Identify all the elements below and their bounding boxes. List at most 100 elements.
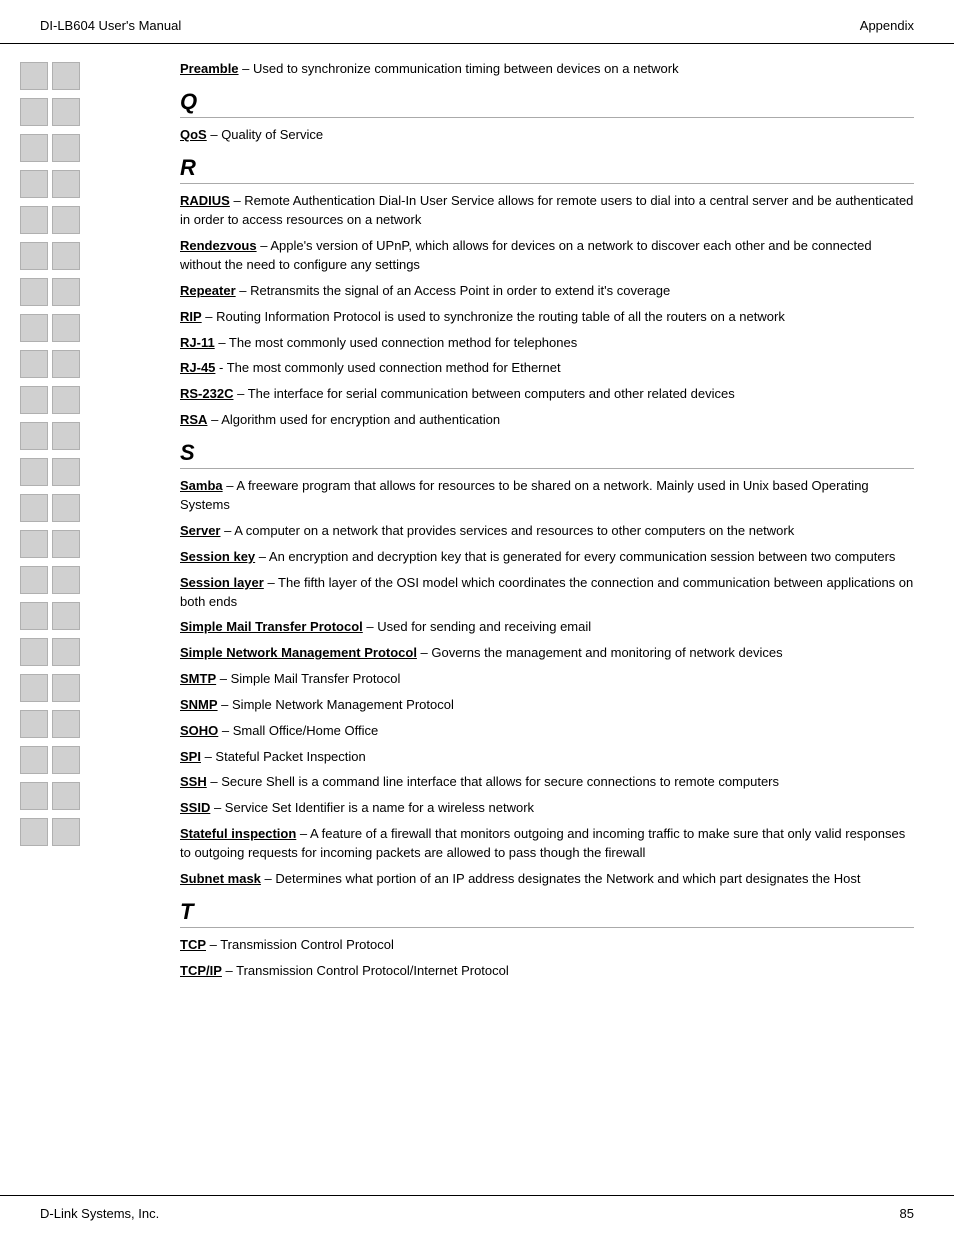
sidebar-square <box>20 386 48 414</box>
section-letter: Q <box>180 89 197 114</box>
sidebar-block <box>20 602 170 630</box>
sidebar-square <box>20 494 48 522</box>
entry-term: Repeater <box>180 283 236 298</box>
page-footer: D-Link Systems, Inc. 85 <box>0 1195 954 1235</box>
entry-term: SNMP <box>180 697 218 712</box>
sidebar-square <box>52 242 80 270</box>
sidebar-block <box>20 710 170 738</box>
glossary-entry: Repeater – Retransmits the signal of an … <box>180 282 914 301</box>
entry-definition: – Simple Mail Transfer Protocol <box>216 671 400 686</box>
sidebar-square <box>52 314 80 342</box>
sidebar-square <box>20 206 48 234</box>
glossary-entry: Server – A computer on a network that pr… <box>180 522 914 541</box>
entry-term: TCP <box>180 937 206 952</box>
glossary-entry: RS-232C – The interface for serial commu… <box>180 385 914 404</box>
entry-term: SSH <box>180 774 207 789</box>
sidebar-square <box>52 782 80 810</box>
sidebar-block <box>20 242 170 270</box>
sidebar-block <box>20 62 170 90</box>
entry-term: Preamble <box>180 61 239 76</box>
section-header-s: S <box>180 440 914 469</box>
entry-definition: – Used for sending and receiving email <box>363 619 591 634</box>
glossary-entry: RJ-11 – The most commonly used connectio… <box>180 334 914 353</box>
sidebar-square <box>20 746 48 774</box>
sidebar-square <box>52 602 80 630</box>
glossary-entry: Simple Mail Transfer Protocol – Used for… <box>180 618 914 637</box>
glossary-entry: Samba – A freeware program that allows f… <box>180 477 914 515</box>
sidebar-square <box>20 422 48 450</box>
sidebar-square <box>20 98 48 126</box>
sidebar-square <box>20 818 48 846</box>
sidebar-square <box>52 710 80 738</box>
entry-definition: – Retransmits the signal of an Access Po… <box>236 283 671 298</box>
entry-term: Server <box>180 523 220 538</box>
section-header-q: Q <box>180 89 914 118</box>
page-header: DI-LB604 User's Manual Appendix <box>0 0 954 44</box>
glossary-entry: TCP/IP – Transmission Control Protocol/I… <box>180 962 914 981</box>
sidebar-square <box>20 638 48 666</box>
glossary-entry: Session layer – The fifth layer of the O… <box>180 574 914 612</box>
sidebar-block <box>20 386 170 414</box>
sidebar <box>0 54 170 988</box>
entry-definition: – The fifth layer of the OSI model which… <box>180 575 913 609</box>
sidebar-block <box>20 746 170 774</box>
sidebar-block <box>20 170 170 198</box>
entry-definition: – Secure Shell is a command line interfa… <box>207 774 779 789</box>
sidebar-square <box>20 710 48 738</box>
sidebar-square <box>20 530 48 558</box>
glossary-entry: SPI – Stateful Packet Inspection <box>180 748 914 767</box>
sidebar-block <box>20 818 170 846</box>
entry-definition: – Determines what portion of an IP addre… <box>261 871 861 886</box>
glossary-entry: SOHO – Small Office/Home Office <box>180 722 914 741</box>
header-title-left: DI-LB604 User's Manual <box>40 18 181 33</box>
glossary-entry: Simple Network Management Protocol – Gov… <box>180 644 914 663</box>
entry-term: RJ-11 <box>180 335 215 350</box>
entry-term: SOHO <box>180 723 218 738</box>
entry-term: Session layer <box>180 575 264 590</box>
entry-term: Rendezvous <box>180 238 257 253</box>
entry-term: RJ-45 <box>180 360 215 375</box>
sidebar-square <box>52 206 80 234</box>
entry-term: SMTP <box>180 671 216 686</box>
glossary-entry: SNMP – Simple Network Management Protoco… <box>180 696 914 715</box>
glossary-entry: RADIUS – Remote Authentication Dial-In U… <box>180 192 914 230</box>
entry-term: RS-232C <box>180 386 233 401</box>
entry-definition: – The most commonly used connection meth… <box>215 335 578 350</box>
entry-term: Simple Network Management Protocol <box>180 645 417 660</box>
sidebar-square <box>20 566 48 594</box>
sidebar-square <box>52 674 80 702</box>
sidebar-block <box>20 494 170 522</box>
entry-term: RSA <box>180 412 207 427</box>
glossary-entry: RJ-45 - The most commonly used connectio… <box>180 359 914 378</box>
sidebar-square <box>52 98 80 126</box>
entry-term: SSID <box>180 800 210 815</box>
glossary-entry: Preamble – Used to synchronize communica… <box>180 60 914 79</box>
sidebar-square <box>20 314 48 342</box>
sidebar-square <box>20 602 48 630</box>
sidebar-square <box>52 638 80 666</box>
sidebar-square <box>52 62 80 90</box>
entry-term: TCP/IP <box>180 963 222 978</box>
glossary-entry: RSA – Algorithm used for encryption and … <box>180 411 914 430</box>
glossary-entry: RIP – Routing Information Protocol is us… <box>180 308 914 327</box>
sidebar-square <box>52 818 80 846</box>
header-title-right: Appendix <box>860 18 914 33</box>
entry-term: RADIUS <box>180 193 230 208</box>
entry-term: Session key <box>180 549 255 564</box>
section-letter: T <box>180 899 193 924</box>
sidebar-block <box>20 782 170 810</box>
sidebar-square <box>20 242 48 270</box>
entry-definition: – Small Office/Home Office <box>218 723 378 738</box>
entry-definition: – A freeware program that allows for res… <box>180 478 869 512</box>
entry-term: SPI <box>180 749 201 764</box>
entry-definition: – A computer on a network that provides … <box>220 523 794 538</box>
sidebar-block <box>20 314 170 342</box>
entry-definition: – Routing Information Protocol is used t… <box>202 309 785 324</box>
sidebar-block <box>20 566 170 594</box>
sidebar-square <box>52 278 80 306</box>
entry-term: Subnet mask <box>180 871 261 886</box>
main-content: Preamble – Used to synchronize communica… <box>170 54 954 988</box>
sidebar-square <box>52 386 80 414</box>
entry-definition: - The most commonly used connection meth… <box>215 360 560 375</box>
sidebar-square <box>20 134 48 162</box>
